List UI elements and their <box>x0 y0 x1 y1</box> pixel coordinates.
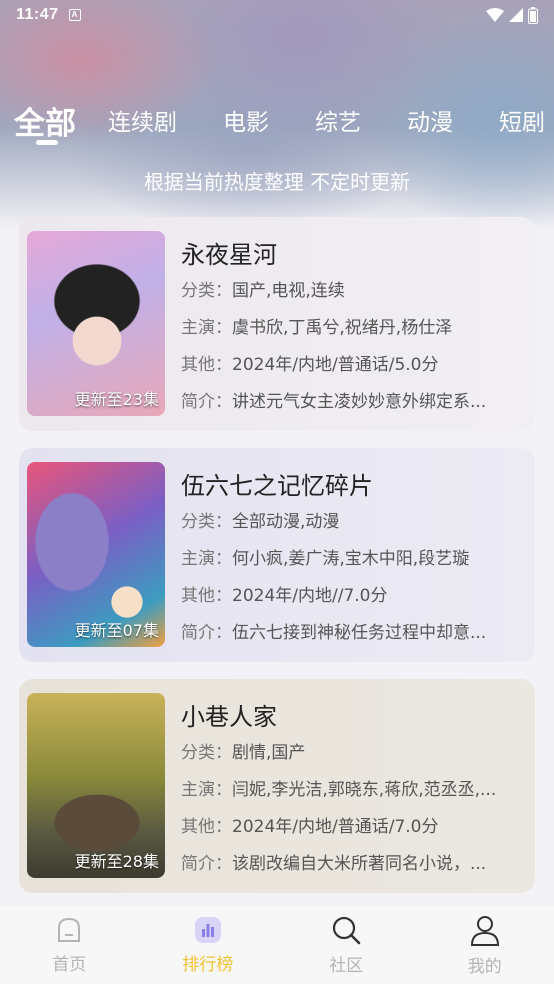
ranking-item[interactable]: 更新至28集 小巷人家 分类：剧情,国产 主演：闫妮,李光洁,郭晓东,蒋欣,范丞… <box>19 679 535 893</box>
poster-image: 更新至23集 <box>27 231 165 416</box>
nav-community-label: 社区 <box>329 955 364 976</box>
ranking-item[interactable]: 更新至07集 伍六七之记忆碎片 分类：全部动漫,动漫 主演：何小疯,姜广涛,宝木… <box>19 448 535 662</box>
poster-image: 更新至28集 <box>27 693 165 878</box>
nav-profile[interactable]: 我的 <box>435 914 535 977</box>
bottom-navigation: 首页 排行榜 社区 我的 <box>0 906 554 984</box>
item-title: 永夜星河 <box>181 241 277 269</box>
tab-anime[interactable]: 动漫 <box>407 103 453 137</box>
item-intro: 简介：伍六七接到神秘任务过程中却意... <box>181 615 486 652</box>
cast-value: 虞书欣,丁禹兮,祝绪丹,杨仕泽 <box>232 318 453 338</box>
item-info: 永夜星河 分类：国产,电视,连续 主演：虞书欣,丁禹兮,祝绪丹,杨仕泽 其他：2… <box>181 231 486 431</box>
ranking-icon <box>194 916 221 943</box>
item-title: 伍六七之记忆碎片 <box>181 472 373 500</box>
other-label: 其他： <box>181 817 232 837</box>
nav-ranking-label: 排行榜 <box>182 954 234 975</box>
item-info: 小巷人家 分类：剧情,国产 主演：闫妮,李光洁,郭晓东,蒋欣,范丞丞,... 其… <box>181 693 496 893</box>
other-value: 2024年/内地/普通话/5.0分 <box>232 355 439 375</box>
tab-variety[interactable]: 综艺 <box>315 103 361 137</box>
other-label: 其他： <box>181 355 232 375</box>
other-label: 其他： <box>181 586 232 606</box>
item-other: 其他：2024年/内地//7.0分 <box>181 578 486 615</box>
category-label: 分类： <box>181 743 232 763</box>
cast-value: 何小疯,姜广涛,宝木中阳,段艺璇 <box>232 549 470 569</box>
tab-series[interactable]: 连续剧 <box>108 103 177 137</box>
intro-value: 讲述元气女主凌妙妙意外绑定系... <box>232 392 487 412</box>
nav-home[interactable]: 首页 <box>19 916 119 975</box>
item-info: 伍六七之记忆碎片 分类：全部动漫,动漫 主演：何小疯,姜广涛,宝木中阳,段艺璇 … <box>181 462 486 662</box>
search-icon <box>333 916 361 944</box>
nav-profile-label: 我的 <box>467 956 502 977</box>
intro-label: 简介： <box>181 392 232 412</box>
intro-label: 简介： <box>181 854 232 874</box>
status-time: 11:47 <box>16 6 59 23</box>
intro-value: 该剧改编自大米所著同名小说，... <box>232 854 487 874</box>
cast-label: 主演： <box>181 780 232 800</box>
status-bar: 11:47 A <box>0 0 554 30</box>
item-cast: 主演：何小疯,姜广涛,宝木中阳,段艺璇 <box>181 541 486 578</box>
intro-label: 简介： <box>181 623 232 643</box>
category-value: 剧情,国产 <box>232 743 306 763</box>
category-tabs: 全部 连续剧 电影 综艺 动漫 短剧 <box>0 90 554 150</box>
category-label: 分类： <box>181 281 232 301</box>
intro-value: 伍六七接到神秘任务过程中却意... <box>232 623 487 643</box>
ranking-item[interactable]: 更新至23集 永夜星河 分类：国产,电视,连续 主演：虞书欣,丁禹兮,祝绪丹,杨… <box>19 217 535 431</box>
ranking-subtitle: 根据当前热度整理 不定时更新 <box>143 170 411 194</box>
signal-icon <box>509 8 523 22</box>
other-value: 2024年/内地//7.0分 <box>232 586 388 606</box>
tab-movie[interactable]: 电影 <box>223 103 269 137</box>
user-icon <box>470 915 499 946</box>
item-title: 小巷人家 <box>181 703 277 731</box>
wifi-icon <box>486 8 504 22</box>
item-category: 分类：全部动漫,动漫 <box>181 504 486 541</box>
notification-icon: A <box>68 9 81 21</box>
episode-badge: 更新至28集 <box>74 852 159 871</box>
item-category: 分类：剧情,国产 <box>181 735 496 772</box>
cast-label: 主演： <box>181 549 232 569</box>
item-intro: 简介：该剧改编自大米所著同名小说，... <box>181 846 496 883</box>
poster-image: 更新至07集 <box>27 462 165 647</box>
home-icon <box>58 917 81 942</box>
category-value: 国产,电视,连续 <box>232 281 345 301</box>
episode-badge: 更新至23集 <box>74 390 159 409</box>
item-other: 其他：2024年/内地/普通话/5.0分 <box>181 347 486 384</box>
active-tab-indicator <box>36 140 58 145</box>
battery-icon <box>528 6 538 24</box>
item-cast: 主演：虞书欣,丁禹兮,祝绪丹,杨仕泽 <box>181 310 486 347</box>
nav-home-label: 首页 <box>52 954 87 975</box>
category-label: 分类： <box>181 512 232 532</box>
nav-community[interactable]: 社区 <box>296 915 396 976</box>
category-value: 全部动漫,动漫 <box>232 512 340 532</box>
cast-value: 闫妮,李光洁,郭晓东,蒋欣,范丞丞,... <box>232 780 497 800</box>
item-other: 其他：2024年/内地/普通话/7.0分 <box>181 809 496 846</box>
tab-all[interactable]: 全部 <box>14 98 76 143</box>
episode-badge: 更新至07集 <box>74 621 159 640</box>
nav-ranking[interactable]: 排行榜 <box>158 916 258 975</box>
cast-label: 主演： <box>181 318 232 338</box>
item-intro: 简介：讲述元气女主凌妙妙意外绑定系... <box>181 384 486 421</box>
item-category: 分类：国产,电视,连续 <box>181 273 486 310</box>
other-value: 2024年/内地/普通话/7.0分 <box>232 817 439 837</box>
tab-short-drama[interactable]: 短剧 <box>499 103 545 137</box>
item-cast: 主演：闫妮,李光洁,郭晓东,蒋欣,范丞丞,... <box>181 772 496 809</box>
